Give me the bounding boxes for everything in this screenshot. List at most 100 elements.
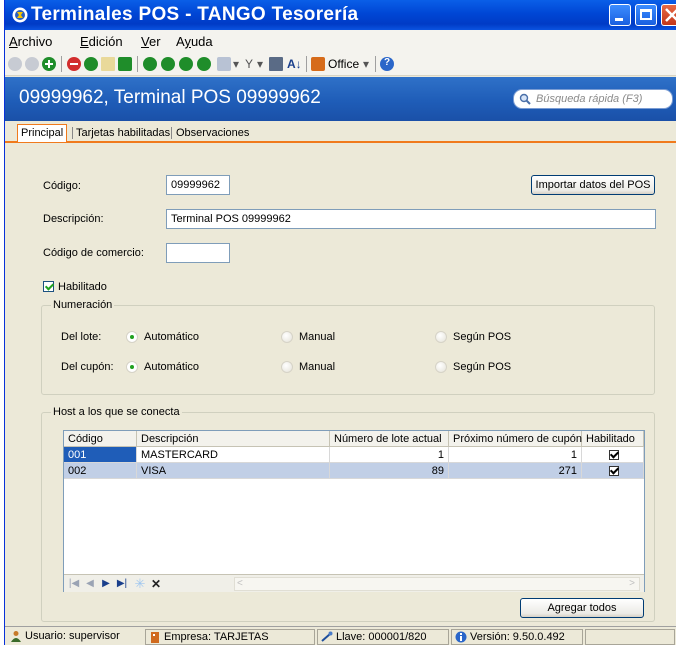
nav-delete-icon[interactable]: ✕ [150,578,162,590]
lote-automatico-radio[interactable] [126,331,138,343]
menu-archivo[interactable]: Archivo [9,34,52,49]
maximize-button[interactable] [635,4,657,26]
toolbar-separator [137,56,138,72]
status-llave: Llave: 000001/820 [317,629,449,645]
help-icon[interactable]: ? [380,57,394,71]
delete-icon[interactable] [67,57,81,71]
app-icon [12,7,28,23]
cell-lote[interactable]: 1 [330,447,449,463]
del-cupon-label: Del cupón: [61,361,114,373]
search-input[interactable]: Búsqueda rápida (F3) [513,89,673,109]
close-button[interactable] [661,4,676,26]
cupon-automatico-label: Automático [144,361,200,373]
horizontal-scrollbar[interactable]: < > [234,577,640,591]
column-header-cupon[interactable]: Próximo número de cupón [449,431,582,447]
cell-cupon[interactable]: 1 [449,447,582,463]
status-bar: Usuario: supervisor Empresa: TARJETAS Ll… [5,626,676,645]
table-row[interactable]: 002 VISA 89 271 [64,463,644,479]
codigo-field[interactable]: 09999962 [166,175,230,195]
cell-codigo[interactable]: 002 [64,463,137,479]
column-header-habilitado[interactable]: Habilitado [582,431,644,447]
column-header-descripcion[interactable]: Descripción [137,431,330,447]
next-icon[interactable] [179,57,193,71]
lote-segun-pos-label: Según POS [453,331,512,343]
nav-insert-icon[interactable]: ✳ [134,577,146,590]
cancel-icon[interactable] [25,57,39,71]
cell-habilitado[interactable] [582,463,644,479]
menu-ayuda[interactable]: Ayuda [176,34,213,49]
menu-ver[interactable]: Ver [141,34,161,49]
codigo-comercio-field[interactable] [166,243,230,263]
lote-manual-radio[interactable] [281,331,293,343]
importar-datos-button[interactable]: Importar datos del POS [531,175,655,195]
prev-icon[interactable] [161,57,175,71]
tab-principal[interactable]: Principal [17,124,68,142]
descripcion-label: Descripción: [43,213,104,225]
agregar-todos-button[interactable]: Agregar todos [520,598,644,618]
notes-icon[interactable] [101,57,115,71]
key-icon [321,631,333,642]
cupon-manual-label: Manual [299,361,336,373]
refresh-icon[interactable] [118,57,132,71]
copy-icon[interactable] [84,57,98,71]
nav-last-icon[interactable]: ▶| [116,578,128,590]
title-bar: Terminales POS - TANGO Tesorería [5,0,676,30]
chevron-down-icon[interactable]: ▾ [257,57,263,71]
tab-tarjetas-habilitadas[interactable]: Tarjetas habilitadas [73,125,173,142]
cupon-manual-radio[interactable] [281,361,293,373]
info-icon [455,631,467,643]
scroll-right-icon[interactable]: > [629,578,635,589]
toolbar-separator [375,56,376,72]
minimize-button[interactable] [609,4,631,26]
cupon-segun-pos-radio[interactable] [435,361,447,373]
view-icon[interactable] [217,57,231,71]
close-icon [665,8,676,22]
cell-codigo[interactable]: 001 [64,447,137,463]
chevron-down-icon[interactable]: ▾ [233,57,239,71]
sort-icon[interactable]: A↓ [287,57,302,71]
cell-lote[interactable]: 89 [330,463,449,479]
office-icon[interactable] [311,57,325,71]
office-dropdown[interactable]: Office [328,57,359,71]
cupon-segun-pos-label: Según POS [453,361,512,373]
cell-descripcion[interactable]: MASTERCARD [137,447,330,463]
search-placeholder: Búsqueda rápida (F3) [536,93,643,105]
del-lote-label: Del lote: [61,331,102,343]
record-header: 09999962, Terminal POS 09999962 Búsqueda… [5,77,676,121]
toolbar-separator [306,56,307,72]
numeracion-group [41,305,655,395]
add-icon[interactable] [42,57,56,71]
habilitado-checkbox[interactable] [609,450,619,460]
cupon-automatico-radio[interactable] [126,361,138,373]
cell-habilitado[interactable] [582,447,644,463]
column-header-lote[interactable]: Número de lote actual [330,431,449,447]
nav-next-icon[interactable]: ▶ [100,578,112,590]
status-empresa: Empresa: TARJETAS [145,629,315,645]
tab-observaciones[interactable]: Observaciones [173,125,252,142]
columns-icon[interactable] [269,57,283,71]
habilitado-checkbox[interactable] [43,281,54,292]
lote-segun-pos-radio[interactable] [435,331,447,343]
cell-cupon[interactable]: 271 [449,463,582,479]
lote-manual-label: Manual [299,331,336,343]
chevron-down-icon[interactable]: ▾ [363,57,369,71]
filter-icon[interactable]: Y [245,57,253,71]
application-window: Terminales POS - TANGO Tesorería Archivo… [4,0,676,645]
cell-descripcion[interactable]: VISA [137,463,330,479]
numeracion-title: Numeración [51,299,115,311]
nav-prev-icon[interactable]: ◀ [84,578,96,590]
habilitado-label: Habilitado [58,281,107,293]
column-header-codigo[interactable]: Código [64,431,137,447]
scroll-left-icon[interactable]: < [237,578,243,589]
codigo-comercio-label: Código de comercio: [43,247,144,259]
habilitado-checkbox[interactable] [609,466,619,476]
table-row[interactable]: 001 MASTERCARD 1 1 [64,447,644,463]
nav-first-icon[interactable]: |◀ [68,578,80,590]
first-icon[interactable] [143,57,157,71]
ok-icon[interactable] [8,57,22,71]
menu-edicion[interactable]: Edición [80,34,123,49]
last-icon[interactable] [197,57,211,71]
codigo-label: Código: [43,180,81,192]
company-icon [151,632,159,643]
descripcion-field[interactable]: Terminal POS 09999962 [166,209,656,229]
